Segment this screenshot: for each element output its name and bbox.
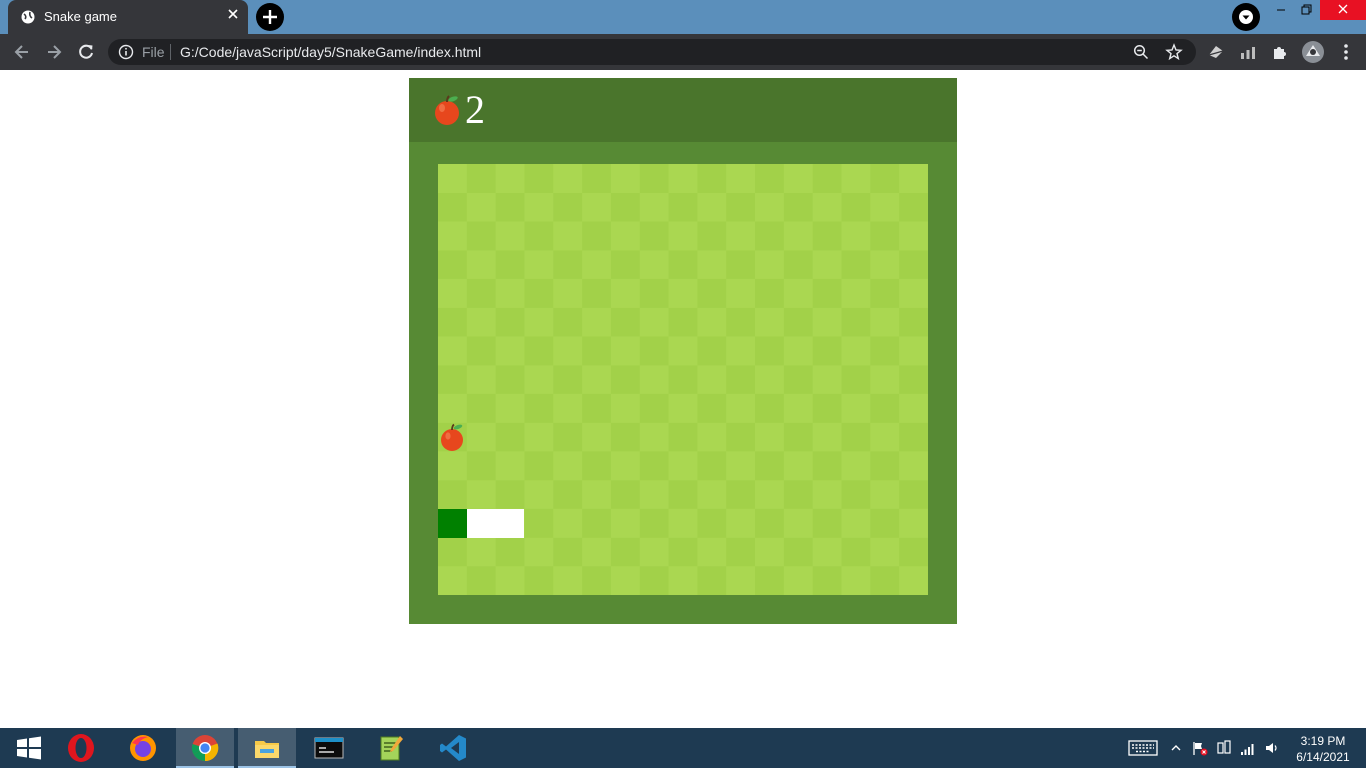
browser-title-bar: Snake game [0,0,1366,34]
taskbar-notepad-plus-plus[interactable] [362,728,420,768]
new-tab-button[interactable] [256,3,284,31]
minimize-icon [1277,9,1285,11]
url-text[interactable]: G:/Code/javaScript/day5/SnakeGame/index.… [180,44,481,60]
file-explorer-icon [255,741,279,758]
device-sync-icon[interactable] [1216,740,1232,756]
apple-icon [435,95,459,125]
taskbar-mysql[interactable] [300,728,358,768]
clock-date: 6/14/2021 [1296,750,1350,764]
game-header: 2 [409,78,957,142]
info-icon[interactable] [118,44,134,60]
chevron-down-icon [1239,10,1253,24]
minimize-button[interactable] [1268,0,1294,20]
network-signal-icon[interactable] [1240,740,1256,756]
bookmark-star-icon[interactable] [1165,43,1183,61]
opera-icon [68,734,94,762]
snake-game: 2 [409,78,957,624]
taskbar-file-explorer[interactable] [238,728,296,768]
forward-arrow-icon[interactable] [44,42,64,62]
show-hidden-icons-icon[interactable] [1168,740,1184,756]
notepad-plus-plus-icon [380,736,403,761]
vscode-icon [440,735,466,761]
score-counter: 2 [465,87,485,132]
address-bar[interactable]: File G:/Code/javaScript/day5/SnakeGame/i… [108,39,1196,65]
extension-stats-icon[interactable] [1238,42,1258,62]
game-board[interactable] [438,164,928,595]
close-icon [1338,4,1348,14]
tab-search-button[interactable] [1232,3,1260,31]
snake-body-segment [467,509,496,538]
restore-button[interactable] [1293,0,1319,20]
close-icon[interactable] [227,8,239,20]
taskbar-firefox[interactable] [114,728,172,768]
extensions-puzzle-icon[interactable] [1270,42,1290,62]
browser-toolbar: File G:/Code/javaScript/day5/SnakeGame/i… [0,34,1366,70]
reload-icon[interactable] [76,42,96,62]
start-button[interactable] [0,728,58,768]
mysql-icon [314,737,344,759]
globe-icon [21,10,35,24]
firefox-icon [130,735,156,761]
windows-logo-icon [17,736,41,760]
close-window-button[interactable] [1320,0,1366,20]
touch-keyboard-icon[interactable] [1128,740,1158,756]
taskbar-opera[interactable] [52,728,110,768]
divider [170,44,171,60]
menu-kebab-icon[interactable] [1336,42,1356,62]
plus-icon [263,10,277,24]
extension-kite-icon[interactable] [1206,42,1226,62]
chrome-icon [191,735,219,762]
snake-body-segment [495,509,524,538]
taskbar-vscode[interactable] [424,728,482,768]
snake-head [438,509,467,538]
scheme-label: File [142,44,165,60]
profile-avatar-icon[interactable] [1301,40,1325,64]
tab-title: Snake game [44,9,117,24]
security-flag-icon[interactable] [1192,740,1208,756]
tab-snake-game[interactable]: Snake game [8,0,248,34]
zoom-out-icon[interactable] [1133,44,1149,60]
restore-icon [1301,4,1312,15]
taskbar-chrome[interactable] [176,728,234,768]
clock-time: 3:19 PM [1300,734,1346,748]
back-arrow-icon[interactable] [12,42,32,62]
apple-food-icon [441,423,463,451]
system-clock[interactable]: 3:19 PM 6/14/2021 [1288,733,1358,765]
volume-icon[interactable] [1264,740,1280,756]
windows-taskbar: 3:19 PM 6/14/2021 [0,728,1366,768]
